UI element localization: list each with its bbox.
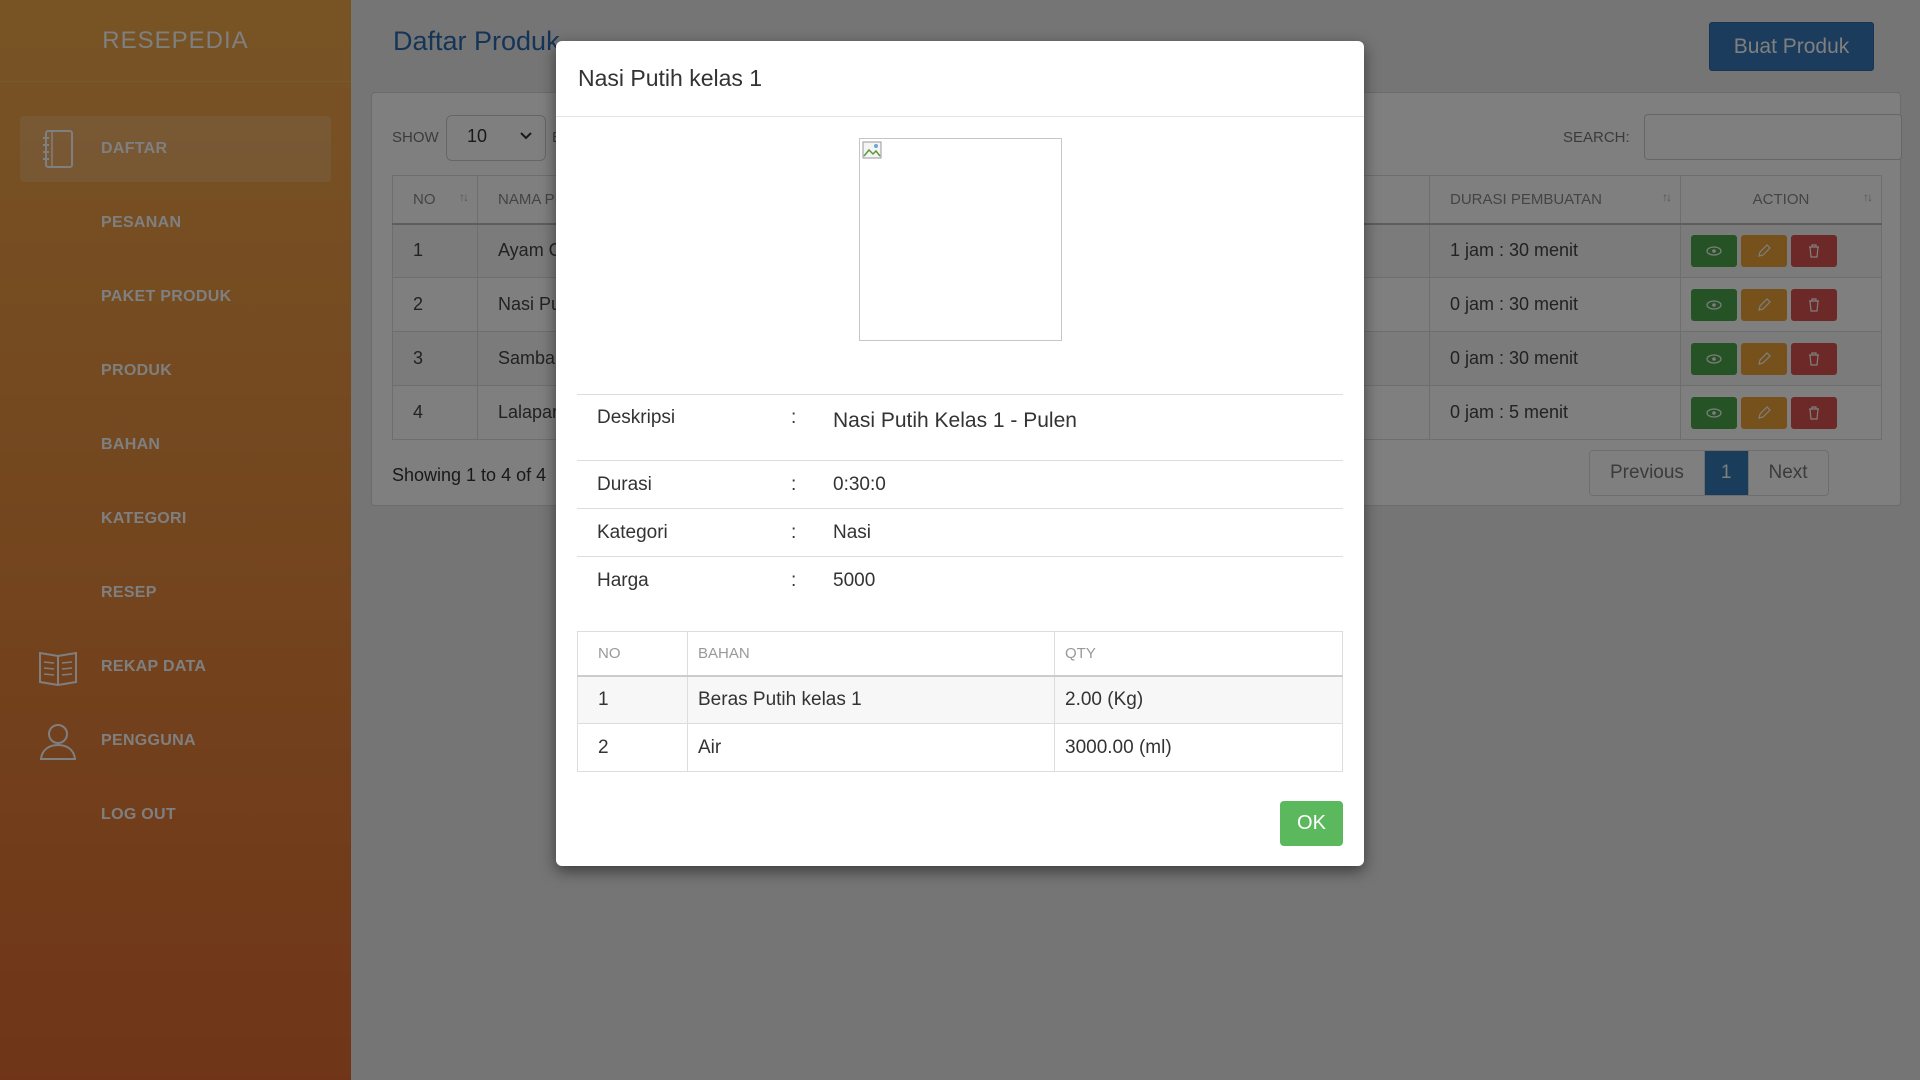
info-value: Nasi Putih Kelas 1 - Pulen	[833, 394, 1343, 461]
ingredients-table: NO BAHAN QTY 1 Beras Putih kelas 1 2.00 …	[577, 631, 1343, 772]
product-info-table: Deskripsi : Nasi Putih Kelas 1 - Pulen D…	[577, 394, 1343, 605]
ok-button[interactable]: OK	[1280, 801, 1343, 846]
cell-no: 1	[577, 675, 688, 724]
info-row-category: Kategori : Nasi	[577, 508, 1343, 557]
info-value: Nasi	[833, 508, 1343, 557]
cell-no: 2	[577, 723, 688, 772]
modal-title: Nasi Putih kelas 1	[578, 65, 763, 91]
column-header-no: NO	[577, 631, 688, 677]
cell-qty: 2.00 (Kg)	[1054, 675, 1343, 724]
info-label: Harga	[577, 556, 791, 605]
product-image	[859, 138, 1062, 341]
info-colon: :	[791, 394, 833, 461]
info-label: Deskripsi	[577, 394, 791, 461]
cell-qty: 3000.00 (ml)	[1054, 723, 1343, 772]
info-value: 0:30:0	[833, 460, 1343, 509]
cell-bahan: Air	[687, 723, 1055, 772]
info-row-price: Harga : 5000	[577, 556, 1343, 605]
info-label: Kategori	[577, 508, 791, 557]
info-label: Durasi	[577, 460, 791, 509]
table-row: 1 Beras Putih kelas 1 2.00 (Kg)	[577, 675, 1343, 724]
info-value: 5000	[833, 556, 1343, 605]
table-row: 2 Air 3000.00 (ml)	[577, 723, 1343, 772]
product-detail-modal: Nasi Putih kelas 1 Deskripsi : Nasi Puti…	[556, 41, 1364, 866]
info-row-description: Deskripsi : Nasi Putih Kelas 1 - Pulen	[577, 394, 1343, 461]
cell-bahan: Beras Putih kelas 1	[687, 675, 1055, 724]
column-header-bahan: BAHAN	[687, 631, 1055, 677]
info-colon: :	[791, 460, 833, 509]
column-header-qty: QTY	[1054, 631, 1343, 677]
info-row-duration: Durasi : 0:30:0	[577, 460, 1343, 509]
info-colon: :	[791, 556, 833, 605]
info-colon: :	[791, 508, 833, 557]
modal-header: Nasi Putih kelas 1	[556, 41, 1364, 117]
broken-image-icon	[862, 141, 882, 159]
